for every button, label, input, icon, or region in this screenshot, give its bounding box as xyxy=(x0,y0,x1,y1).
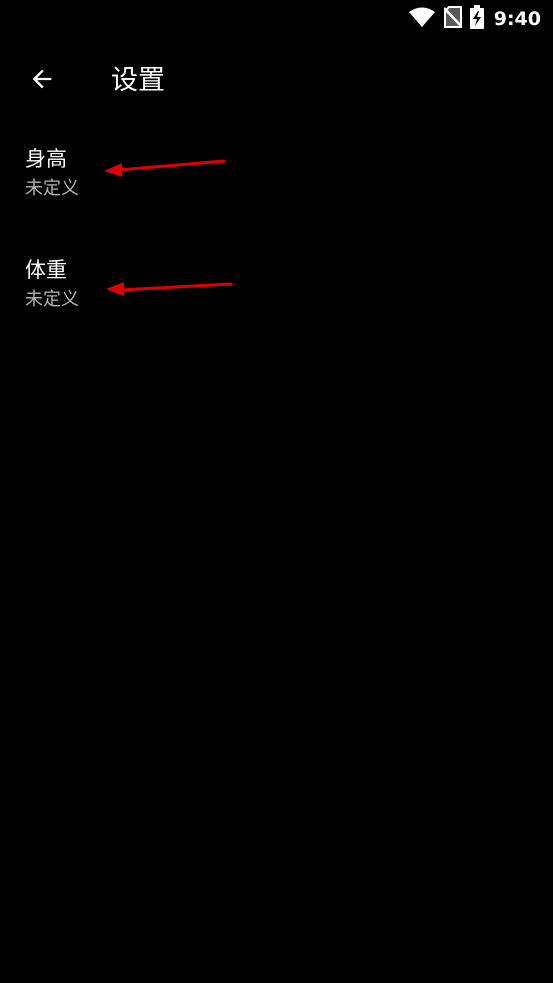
status-bar: 9:40 xyxy=(0,0,553,38)
preference-weight[interactable]: 体重 未定义 xyxy=(0,235,553,345)
no-sim-icon xyxy=(442,6,463,32)
preference-title: 身高 xyxy=(25,147,67,171)
preference-summary: 未定义 xyxy=(25,289,79,310)
preference-height[interactable]: 身高 未定义 xyxy=(0,124,553,234)
preference-title: 体重 xyxy=(25,258,67,282)
wifi-icon xyxy=(408,6,436,32)
page-title: 设置 xyxy=(111,65,165,96)
preference-summary: 未定义 xyxy=(25,178,79,199)
app-bar: 设置 xyxy=(0,38,553,122)
back-button[interactable] xyxy=(17,56,67,106)
status-icons: 9:40 xyxy=(408,5,541,33)
battery-charging-icon xyxy=(469,5,484,33)
arrow-back-icon xyxy=(28,65,56,97)
status-time: 9:40 xyxy=(493,8,541,30)
